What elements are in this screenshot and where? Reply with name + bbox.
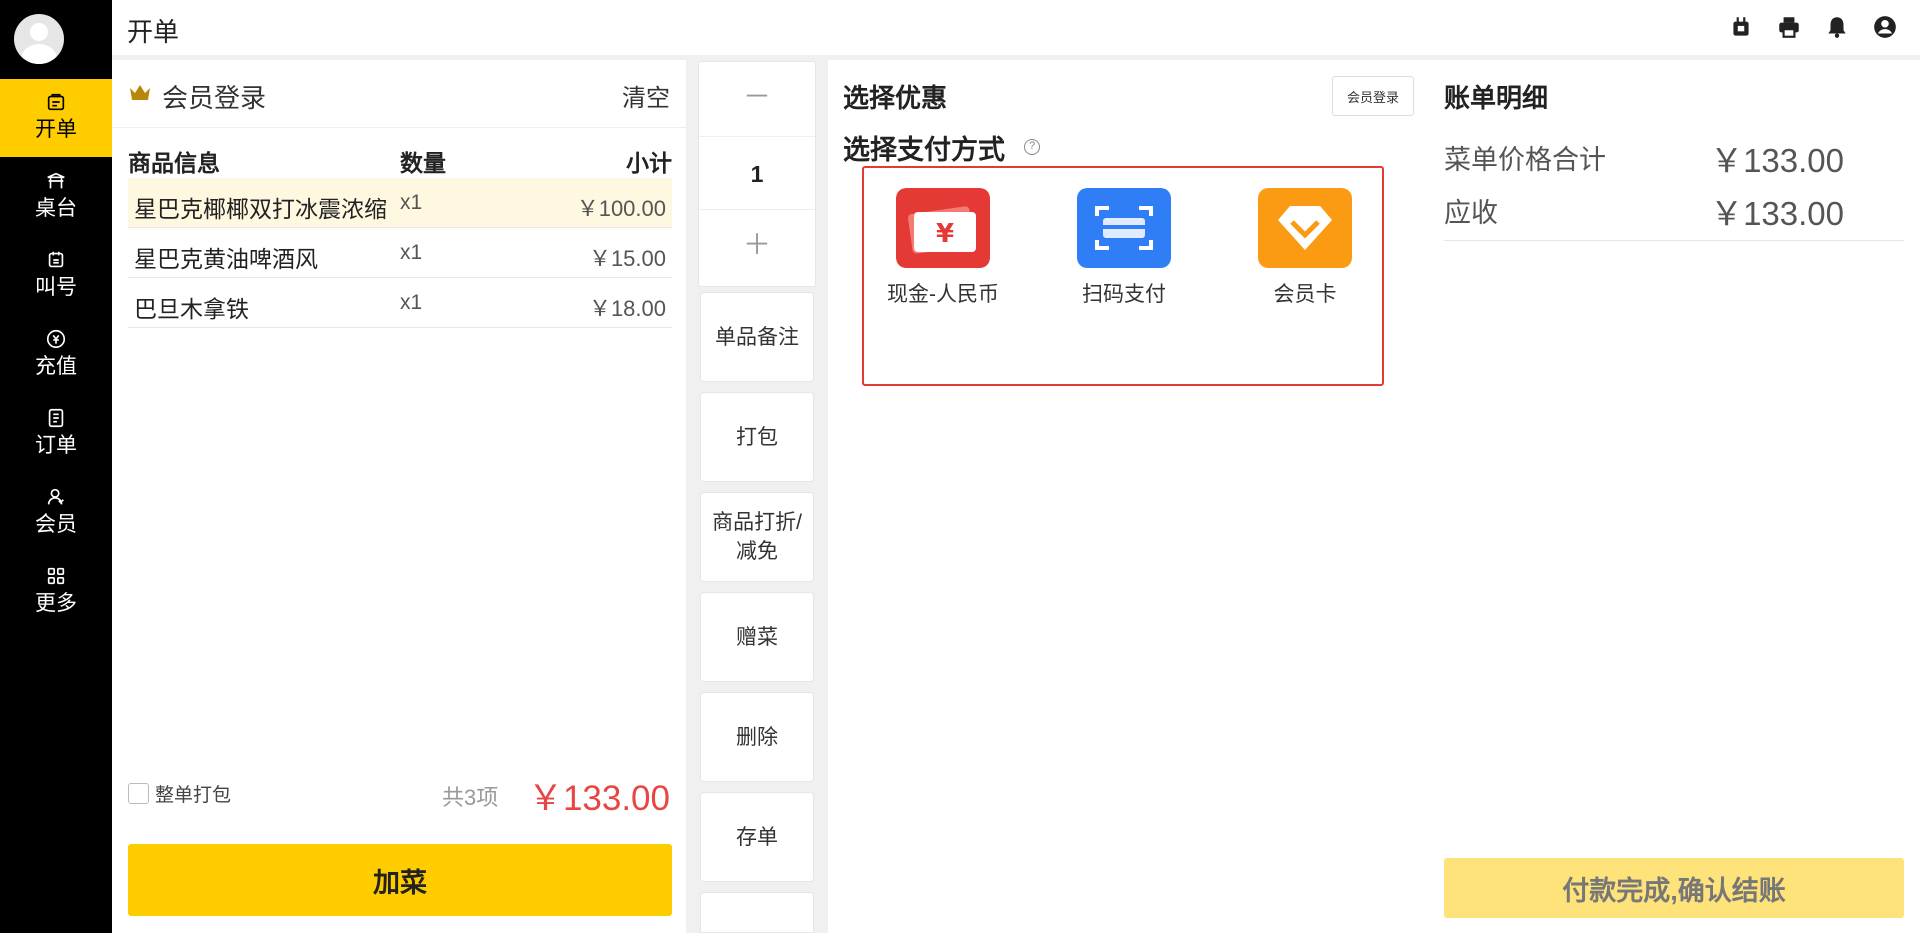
increment-button[interactable]: ＋ [699,210,815,284]
quantity-stepper: － 1 ＋ [698,61,816,287]
sidebar-item-call-number[interactable]: 叫号 [0,237,112,315]
bill-row-value: ￥133.00 [1710,195,1844,232]
printer-icon[interactable] [1776,14,1802,40]
gift-dish-button[interactable]: 赠菜 [700,592,814,682]
table-row[interactable]: 星巴克椰椰双打冰震浓缩 x1 ￥100.00 [128,178,672,228]
member-card-icon [1258,188,1352,268]
page-title: 开单 [127,17,180,47]
more-actions-button[interactable] [700,892,814,933]
sidebar-item-table[interactable]: 桌台 [0,158,112,236]
save-order-button[interactable]: 存单 [700,792,814,882]
order-table-header: 商品信息 数量 小计 [128,138,672,178]
column-subtotal: 小计 [626,150,672,176]
column-name: 商品信息 [128,150,220,176]
payment-panel: 选择优惠 会员登录 选择支付方式 ? ¥ 现金-人民币 扫码支付 会员卡 [828,60,1428,933]
avatar-body [21,44,57,64]
pack-all-option[interactable]: 整单打包 [128,780,231,807]
avatar-head [30,23,48,41]
avatar[interactable] [14,14,64,64]
orders-icon [48,408,64,428]
sidebar-item-label: 叫号 [35,276,77,299]
notification-bell-icon[interactable] [1824,14,1850,40]
divider [1444,240,1904,241]
payment-method-cash[interactable]: ¥ 现金-人民币 [868,188,1018,308]
bill-row-menu-total: 菜单价格合计 ￥133.00 [1444,138,1904,179]
bill-title: 账单明细 [1444,83,1549,113]
item-name: 星巴克椰椰双打冰震浓缩 [134,196,387,222]
bell-alarm-icon[interactable] [1728,14,1754,40]
table-row[interactable]: 巴旦木拿铁 x1 ￥18.00 [128,278,672,328]
payment-method-title: 选择支付方式 [843,135,1005,165]
item-count: 共3项 [442,785,499,810]
user-account-icon[interactable] [1872,14,1898,40]
app: 开单 桌台 叫号 充值 订单 会员 更多 开单 会员登录 清空 商品信息 数量 … [0,0,1920,933]
pack-all-label: 整单打包 [155,785,232,806]
table-icon [47,172,65,189]
member-login-label: 会员登录 [162,83,267,113]
item-qty: x1 [400,191,423,214]
item-name: 巴旦木拿铁 [134,296,249,322]
call-number-icon [48,251,64,268]
sidebar: 开单 桌台 叫号 充值 订单 会员 更多 [0,0,112,933]
action-column: － 1 ＋ 单品备注 打包 商品打折/减免 赠菜 删除 存单 [686,55,828,933]
member-login-row[interactable]: 会员登录 清空 [112,60,686,128]
item-name: 星巴克黄油啤酒风 [134,246,318,272]
column-qty: 数量 [400,150,446,176]
table-row[interactable]: 星巴克黄油啤酒风 x1 ￥15.00 [128,228,672,278]
payment-method-member-card[interactable]: 会员卡 [1230,188,1380,308]
sidebar-item-orders[interactable]: 订单 [0,395,112,473]
header: 开单 [112,0,1920,55]
recharge-icon [46,329,66,349]
order-items: 星巴克椰椰双打冰震浓缩 x1 ￥100.00 星巴克黄油啤酒风 x1 ￥15.0… [128,178,672,328]
bill-row-label: 菜单价格合计 [1444,145,1606,175]
sidebar-item-label: 更多 [35,592,77,615]
bill-row-receivable: 应收 ￥133.00 [1444,191,1904,232]
sidebar-item-label: 开单 [35,118,77,141]
discount-button[interactable]: 商品打折/减免 [700,492,814,582]
pack-all-checkbox[interactable] [128,783,149,804]
sidebar-item-member[interactable]: 会员 [0,474,112,552]
member-login-button[interactable]: 会员登录 [1332,76,1414,116]
decrement-button[interactable]: － [699,62,815,136]
svg-text:¥: ¥ [936,219,954,249]
delete-button[interactable]: 删除 [700,692,814,782]
item-qty: x1 [400,291,423,314]
sidebar-item-label: 订单 [35,434,77,457]
help-icon[interactable]: ? [1024,139,1040,155]
payment-method-label: 扫码支付 [1082,283,1166,306]
sidebar-item-order[interactable]: 开单 [0,79,112,157]
sidebar-item-label: 桌台 [35,197,77,220]
scan-pay-icon [1077,188,1171,268]
order-icon [47,93,65,111]
item-price: ￥15.00 [588,246,666,271]
item-qty: x1 [400,241,423,264]
sidebar-item-more[interactable]: 更多 [0,553,112,631]
member-icon [47,488,64,505]
payment-method-label: 会员卡 [1273,283,1337,306]
crown-icon [130,85,150,100]
pack-button[interactable]: 打包 [700,392,814,482]
sidebar-item-label: 会员 [35,513,77,536]
payment-methods: ¥ 现金-人民币 扫码支付 会员卡 [862,166,1384,386]
payment-method-scan[interactable]: 扫码支付 [1049,188,1199,308]
sidebar-item-recharge[interactable]: 充值 [0,316,112,394]
order-panel: 会员登录 清空 商品信息 数量 小计 星巴克椰椰双打冰震浓缩 x1 ￥100.0… [112,60,686,933]
clear-button[interactable]: 清空 [622,78,670,113]
confirm-checkout-button[interactable]: 付款完成,确认结账 [1444,858,1904,918]
payment-method-label: 现金-人民币 [887,283,999,306]
discount-title: 选择优惠 [843,83,948,113]
bill-row-label: 应收 [1444,198,1498,228]
bill-panel: 账单明细 菜单价格合计 ￥133.00 应收 ￥133.00 付款完成,确认结账 [1428,60,1920,933]
sidebar-item-label: 充值 [35,355,77,378]
add-dish-button[interactable]: 加菜 [128,844,672,916]
bill-row-value: ￥133.00 [1710,142,1844,179]
quantity-value: 1 [699,136,815,210]
item-price: ￥18.00 [588,296,666,321]
header-icons [1728,14,1898,40]
more-icon [47,567,65,585]
item-price: ￥100.00 [576,196,666,221]
item-note-button[interactable]: 单品备注 [700,292,814,382]
order-total: ￥133.00 [527,779,670,818]
cash-rmb-icon: ¥ [896,188,990,268]
